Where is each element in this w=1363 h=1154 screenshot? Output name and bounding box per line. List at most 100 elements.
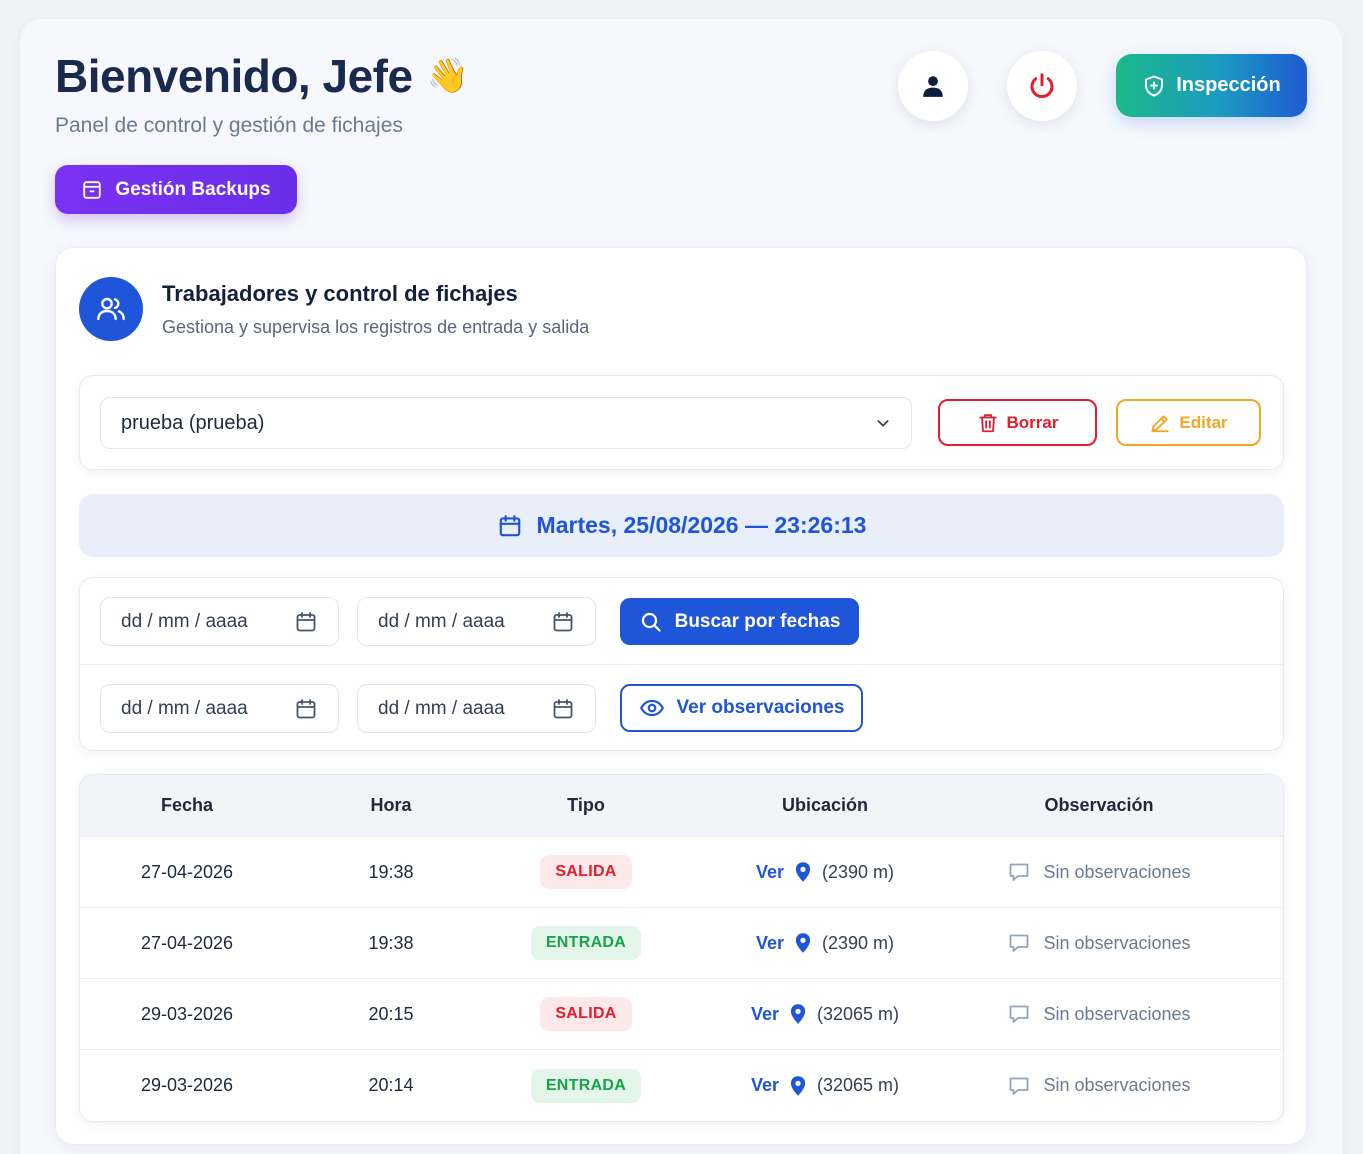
logout-button[interactable] (1007, 51, 1077, 121)
inspection-label: Inspección (1176, 74, 1281, 96)
user-icon (923, 76, 943, 97)
type-badge: SALIDA (540, 997, 632, 1031)
cell-hora: 19:38 (368, 932, 414, 953)
observations-label: Ver observaciones (676, 697, 845, 718)
date-from-input-2[interactable]: dd / mm / aaaa (100, 684, 339, 733)
worker-select[interactable]: prueba (prueba) (100, 397, 912, 449)
cell-fecha: 29-03-2026 (140, 1075, 234, 1095)
map-pin-icon (795, 862, 811, 882)
table-row: 27-04-2026 19:38 SALIDA Ver (2390 m) Sin… (80, 837, 1283, 908)
shield-plus-icon (1145, 75, 1164, 96)
card-title: Trabajadores y control de fichajes (162, 281, 518, 306)
cell-observacion: Sin observaciones (966, 1002, 1232, 1026)
cell-ubicacion: Ver (2390 m) (684, 861, 966, 883)
power-icon (1030, 73, 1054, 98)
type-badge: SALIDA (540, 855, 632, 889)
records-table: Fecha Hora Tipo Ubicación Observación 27… (79, 774, 1284, 1122)
header-hora: Hora (370, 795, 412, 815)
cell-hora: 20:14 (368, 1075, 414, 1095)
type-badge: ENTRADA (530, 926, 642, 960)
calendar-icon (296, 611, 316, 631)
table-row: 29-03-2026 20:14 ENTRADA Ver (32065 m) S… (80, 1050, 1283, 1121)
date-to-input-1[interactable]: dd / mm / aaaa (357, 597, 596, 646)
cell-tipo: SALIDA (488, 855, 684, 889)
search-by-dates-button[interactable]: Buscar por fechas (620, 598, 859, 645)
date-to-input-2[interactable]: dd / mm / aaaa (357, 684, 596, 733)
filter-divider (80, 664, 1283, 665)
header-fecha: Fecha (160, 795, 214, 815)
view-location-link[interactable]: Ver (751, 1075, 779, 1096)
cell-observacion: Sin observaciones (966, 860, 1232, 884)
card-subtitle: Gestiona y supervisa los registros de en… (162, 317, 590, 337)
page-title: Bienvenido, Jefe 👋 (55, 49, 469, 103)
trash-icon (978, 413, 997, 432)
cell-fecha: 27-04-2026 (140, 861, 234, 882)
cell-hora: 20:15 (368, 1003, 414, 1024)
inspection-button[interactable]: Inspección (1116, 54, 1307, 117)
search-label: Buscar por fechas (674, 610, 841, 632)
workers-card: Trabajadores y control de fichajes Gesti… (55, 247, 1307, 1145)
table-header: Fecha Hora Tipo Ubicación Observación (80, 775, 1283, 837)
cell-fecha: 29-03-2026 (140, 1003, 234, 1024)
comment-icon (1010, 1005, 1029, 1023)
chevron-down-icon (877, 420, 889, 427)
date-from-input-1[interactable]: dd / mm / aaaa (100, 597, 339, 646)
cell-ubicacion: Ver (32065 m) (684, 1003, 966, 1025)
worker-selector-panel: prueba (prueba) Borrar Editar (79, 375, 1284, 470)
cell-hora: 19:38 (368, 861, 414, 882)
cell-tipo: ENTRADA (488, 1068, 684, 1103)
observation-text: Sin observaciones (1043, 1003, 1191, 1024)
archive-icon (83, 180, 102, 199)
table-row: 27-04-2026 19:38 ENTRADA Ver (2390 m) Si… (80, 908, 1283, 979)
comment-icon (1010, 863, 1029, 881)
calendar-icon (296, 698, 316, 718)
cell-observacion: Sin observaciones (966, 1074, 1232, 1098)
view-location-link[interactable]: Ver (756, 862, 784, 883)
dashboard-page: Bienvenido, Jefe 👋 Panel de control y ge… (20, 19, 1342, 1154)
cell-tipo: ENTRADA (488, 926, 684, 960)
edit-label: Editar (1179, 412, 1228, 432)
page-title-text: Bienvenido, Jefe (55, 50, 413, 102)
observation-text: Sin observaciones (1043, 1075, 1191, 1095)
cell-ubicacion: Ver (32065 m) (684, 1075, 966, 1097)
cell-fecha: 27-04-2026 (140, 932, 234, 953)
backup-label: Gestión Backups (115, 178, 271, 200)
date-placeholder: dd / mm / aaaa (121, 697, 248, 719)
delete-label: Borrar (1006, 412, 1059, 432)
date-placeholder: dd / mm / aaaa (121, 610, 248, 632)
pencil-icon (1151, 414, 1170, 432)
header-ubicacion: Ubicación (781, 795, 869, 815)
profile-button[interactable] (898, 51, 968, 121)
observation-text: Sin observaciones (1043, 861, 1191, 882)
comment-icon (1010, 1077, 1029, 1095)
cell-ubicacion: Ver (2390 m) (684, 932, 966, 954)
table-row: 29-03-2026 20:15 SALIDA Ver (32065 m) Si… (80, 979, 1283, 1050)
calendar-icon (553, 611, 573, 631)
waving-hand-icon: 👋 (426, 57, 469, 95)
cell-observacion: Sin observaciones (966, 931, 1232, 955)
map-pin-icon (790, 1004, 806, 1024)
view-location-link[interactable]: Ver (751, 1004, 779, 1025)
view-location-link[interactable]: Ver (756, 933, 784, 954)
current-datetime-bar: Martes, 25/08/2026 — 23:26:13 (79, 494, 1284, 557)
users-icon (79, 277, 143, 341)
view-observations-button[interactable]: Ver observaciones (620, 684, 863, 732)
search-icon (641, 612, 661, 632)
distance: (32065 m) (816, 1003, 900, 1024)
distance: (32065 m) (816, 1075, 900, 1095)
worker-select-value: prueba (prueba) (121, 411, 265, 434)
distance: (2390 m) (822, 932, 895, 953)
distance: (2390 m) (822, 861, 895, 882)
date-placeholder: dd / mm / aaaa (378, 610, 505, 632)
edit-button[interactable]: Editar (1116, 399, 1261, 446)
calendar-icon (499, 514, 520, 536)
page-subtitle: Panel de control y gestión de fichajes (55, 114, 403, 137)
map-pin-icon (795, 933, 811, 953)
calendar-icon (553, 698, 573, 718)
delete-button[interactable]: Borrar (938, 399, 1097, 446)
date-filter-panel: dd / mm / aaaa dd / mm / aaaa Buscar por… (79, 577, 1284, 751)
backup-management-button[interactable]: Gestión Backups (55, 165, 297, 214)
date-placeholder: dd / mm / aaaa (378, 697, 505, 719)
header-tipo: Tipo (567, 795, 605, 815)
cell-tipo: SALIDA (488, 997, 684, 1031)
